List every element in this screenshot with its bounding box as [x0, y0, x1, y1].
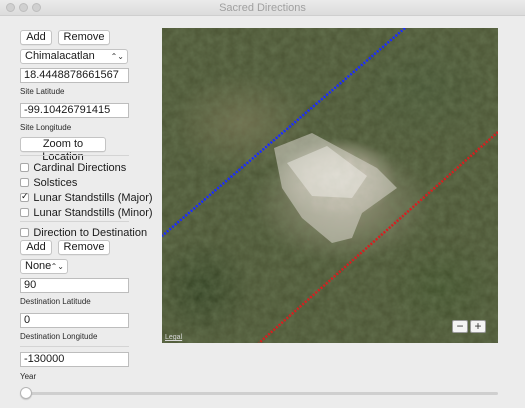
checkbox-box [20, 208, 29, 217]
destination-longitude-caption: Destination Longitude [20, 332, 98, 341]
cardinal-directions-label: Cardinal Directions [33, 162, 127, 174]
checkbox-box [20, 163, 29, 172]
map-zoom-control: − + [452, 320, 488, 334]
zoom-to-location-button[interactable]: Zoom to Location [20, 137, 106, 163]
divider [20, 221, 129, 222]
destination-longitude-field[interactable]: 0 [20, 313, 129, 328]
direction-to-destination-checkbox[interactable]: Direction to Destination [20, 225, 148, 239]
divider [20, 155, 129, 156]
cardinal-directions-checkbox[interactable]: Cardinal Directions [20, 160, 127, 174]
lunar-major-checkbox[interactable]: Lunar Standstills (Major) [20, 190, 153, 204]
zoom-out-button[interactable]: − [452, 320, 468, 333]
destination-select-value: None [25, 260, 52, 272]
checkbox-box [20, 228, 29, 237]
destination-latitude-field[interactable]: 90 [20, 278, 129, 293]
direction-lines [162, 28, 498, 343]
window-title: Sacred Directions [219, 2, 306, 14]
site-select-value: Chimalacatlan [25, 50, 95, 62]
destination-select[interactable]: None ⌃⌄ [20, 259, 68, 274]
site-longitude-caption: Site Longitude [20, 123, 72, 132]
legal-link[interactable]: Legal [165, 334, 182, 341]
add-site-button[interactable]: Add [20, 30, 52, 45]
add-destination-button[interactable]: Add [20, 240, 52, 255]
checkbox-box [20, 178, 29, 187]
direction-to-destination-label: Direction to Destination [33, 227, 148, 239]
lunar-minor-checkbox[interactable]: Lunar Standstills (Minor) [20, 205, 153, 219]
site-select[interactable]: Chimalacatlan ⌃⌄ [20, 49, 128, 64]
year-slider-knob[interactable] [20, 387, 32, 399]
remove-destination-button[interactable]: Remove [58, 240, 110, 255]
zoom-in-button[interactable]: + [470, 320, 486, 333]
satellite-map[interactable]: Legal − + [162, 28, 498, 343]
lunar-major-label: Lunar Standstills (Major) [33, 192, 153, 204]
year-slider-track[interactable] [28, 392, 498, 395]
divider [20, 346, 129, 347]
site-latitude-field[interactable]: 18.4448878661567 [20, 68, 129, 83]
chevron-updown-icon: ⌃⌄ [50, 262, 64, 271]
site-latitude-caption: Site Latitude [20, 87, 65, 96]
destination-latitude-caption: Destination Latitude [20, 297, 91, 306]
solstices-checkbox[interactable]: Solstices [20, 175, 78, 189]
year-caption: Year [20, 372, 37, 381]
solstices-label: Solstices [33, 177, 78, 189]
title-bar: Sacred Directions [0, 0, 525, 16]
year-field[interactable]: -130000 [20, 352, 129, 367]
remove-site-button[interactable]: Remove [58, 30, 110, 45]
chevron-updown-icon: ⌃⌄ [110, 52, 124, 61]
site-longitude-field[interactable]: -99.10426791415 [20, 103, 129, 118]
checkmark-icon [20, 191, 29, 202]
lunar-minor-label: Lunar Standstills (Minor) [33, 207, 153, 219]
